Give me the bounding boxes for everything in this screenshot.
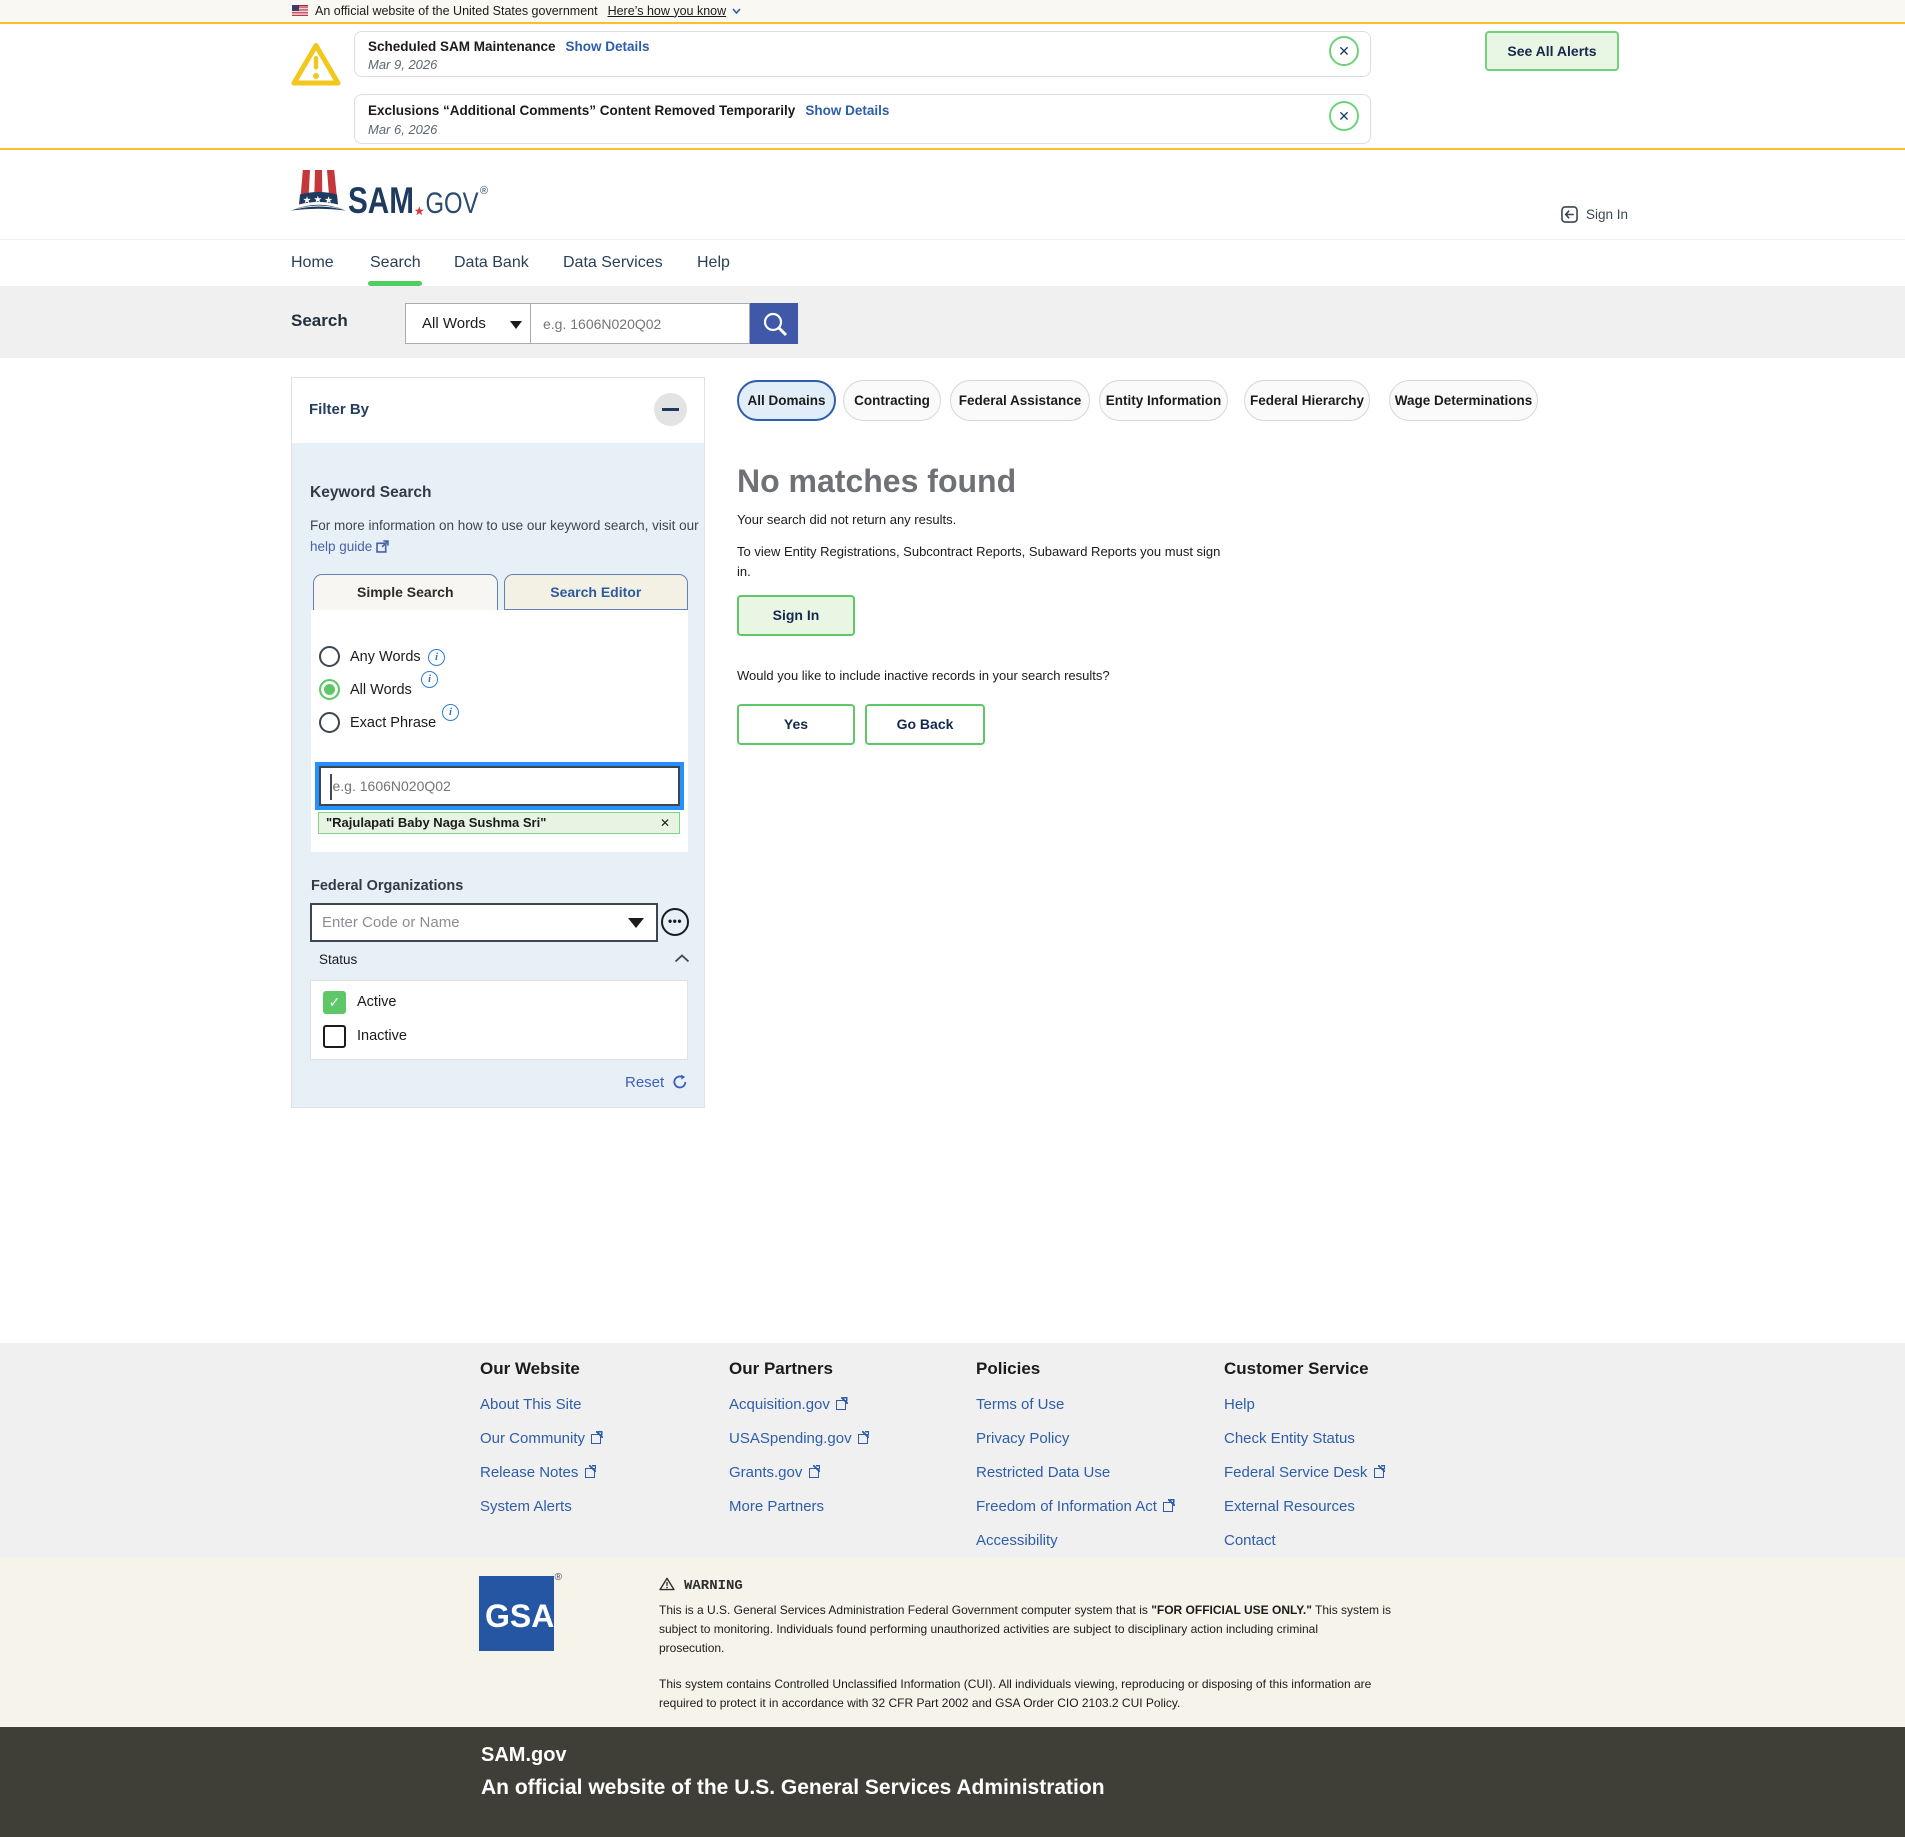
svg-text:GOV: GOV bbox=[426, 187, 479, 219]
svg-text:®: ® bbox=[480, 185, 488, 197]
svg-text:SAM: SAM bbox=[348, 180, 414, 219]
